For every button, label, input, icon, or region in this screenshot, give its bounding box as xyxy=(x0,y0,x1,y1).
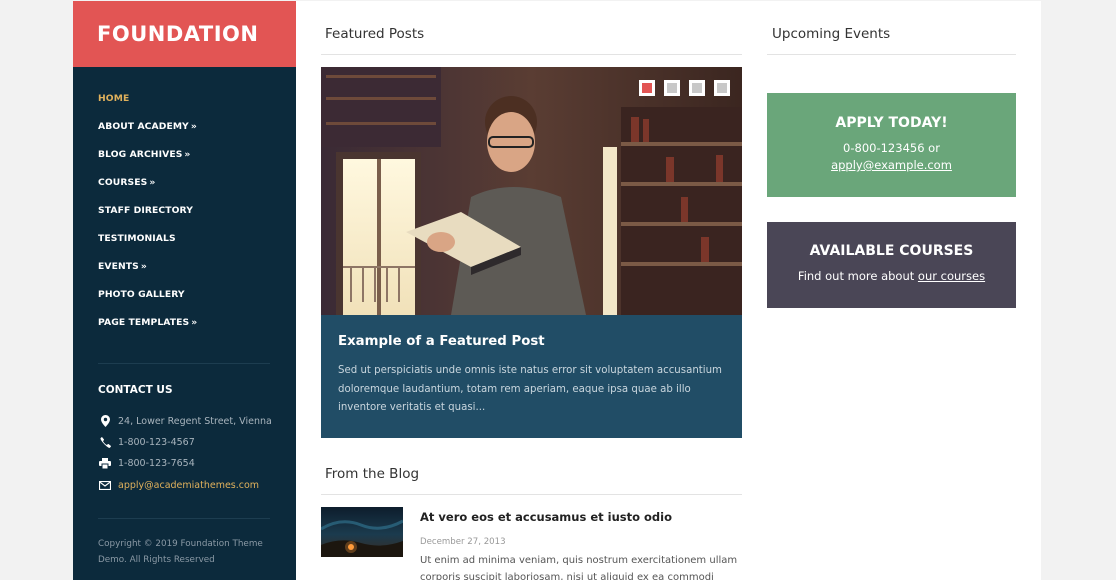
envelope-icon xyxy=(98,479,112,491)
nav-item-label[interactable]: PAGE TEMPLATES xyxy=(98,317,189,328)
available-courses-widget: AVAILABLE COURSES Find out more about ou… xyxy=(767,222,1016,308)
nav-item-label[interactable]: ABOUT ACADEMY xyxy=(98,121,189,132)
courses-text: Find out more about our courses xyxy=(767,269,1016,283)
apply-today-widget: APPLY TODAY! 0-800-123456 or apply@examp… xyxy=(767,93,1016,197)
submenu-arrow-icon: » xyxy=(140,261,147,272)
courses-text-label: Find out more about xyxy=(797,269,915,283)
sidebar-divider xyxy=(98,363,270,364)
nav-item-testimonials[interactable]: TESTIMONIALS xyxy=(98,233,296,261)
contact-address-text: 24, Lower Regent Street, Vienna xyxy=(118,415,272,427)
blog-post-excerpt: Ut enim ad minima veniam, quis nostrum e… xyxy=(420,552,742,580)
nav-item-label[interactable]: STAFF DIRECTORY xyxy=(98,205,193,216)
apply-heading: APPLY TODAY! xyxy=(835,115,948,131)
blog-section-title: From the Blog xyxy=(325,466,420,482)
map-marker-icon xyxy=(98,415,112,427)
nav-item-label[interactable]: BLOG ARCHIVES xyxy=(98,149,182,160)
contact-email-link[interactable]: apply@academiathemes.com xyxy=(118,480,259,491)
contact-fax-text: 1-800-123-7654 xyxy=(118,457,195,469)
featured-section-title: Featured Posts xyxy=(325,26,425,42)
submenu-arrow-icon: » xyxy=(191,317,198,328)
nav-item-label[interactable]: HOME xyxy=(98,93,129,104)
contact-phone: 1-800-123-4567 xyxy=(98,436,195,448)
nav-item-home[interactable]: HOME xyxy=(98,93,296,121)
nav-item-blog-archives[interactable]: BLOG ARCHIVES» xyxy=(98,149,296,177)
blog-post-date: December 27, 2013 xyxy=(420,537,506,547)
nav-item-events[interactable]: EVENTS» xyxy=(98,261,296,289)
blog-post-thumbnail[interactable] xyxy=(321,507,403,557)
submenu-arrow-icon: » xyxy=(184,149,191,160)
contact-address: 24, Lower Regent Street, Vienna xyxy=(98,415,272,427)
slider-dot[interactable] xyxy=(689,80,705,96)
slider-dot[interactable] xyxy=(664,80,680,96)
contact-email: apply@academiathemes.com xyxy=(98,479,259,491)
slider-dot[interactable] xyxy=(639,80,655,96)
submenu-arrow-icon: » xyxy=(190,121,197,132)
site-logo-text[interactable]: FOUNDATION xyxy=(97,22,258,46)
courses-link[interactable]: our courses xyxy=(918,269,985,283)
events-section-title: Upcoming Events xyxy=(772,26,891,42)
submenu-arrow-icon: » xyxy=(149,177,156,188)
apply-email-link[interactable]: apply@example.com xyxy=(831,158,952,172)
featured-post-excerpt: Sed ut perspiciatis unde omnis iste natu… xyxy=(338,365,722,413)
copyright-text: Copyright © 2019 Foundation Theme Demo. … xyxy=(98,539,263,565)
blog-post-excerpt-line: Ut enim ad minima veniam, quis nostrum e… xyxy=(420,555,738,566)
sidebar-divider xyxy=(98,518,270,519)
page: FOUNDATION HOME ABOUT ACADEMY» BLOG ARCH… xyxy=(73,1,1041,580)
contact-fax: 1-800-123-7654 xyxy=(98,457,195,469)
courses-heading: AVAILABLE COURSES xyxy=(809,243,974,259)
nav-item-page-templates[interactable]: PAGE TEMPLATES» xyxy=(98,317,296,345)
fax-icon xyxy=(98,457,112,469)
featured-post-title[interactable]: Example of a Featured Post xyxy=(338,334,725,349)
slider-pagination xyxy=(639,80,730,96)
nav-item-label[interactable]: EVENTS xyxy=(98,261,139,272)
main-nav: HOME ABOUT ACADEMY» BLOG ARCHIVES» COURS… xyxy=(73,67,296,345)
contact-title: CONTACT US xyxy=(98,384,173,396)
apply-phone: 0-800-123456 or xyxy=(843,141,940,155)
nav-item-about-academy[interactable]: ABOUT ACADEMY» xyxy=(98,121,296,149)
section-divider xyxy=(321,494,742,495)
section-divider xyxy=(321,54,742,55)
section-divider xyxy=(767,54,1016,55)
featured-post-caption: Example of a Featured Post Sed ut perspi… xyxy=(321,315,742,438)
slider-dot[interactable] xyxy=(714,80,730,96)
blog-post-title[interactable]: At vero eos et accusamus et iusto odio xyxy=(420,510,672,524)
contact-phone-text: 1-800-123-4567 xyxy=(118,436,195,448)
nav-item-staff-directory[interactable]: STAFF DIRECTORY xyxy=(98,205,296,233)
nav-item-label[interactable]: PHOTO GALLERY xyxy=(98,289,185,300)
featured-post-image[interactable] xyxy=(321,67,742,315)
nav-item-label[interactable]: COURSES xyxy=(98,177,147,188)
blog-post-excerpt-line: corporis suscipit laboriosam, nisi ut al… xyxy=(420,572,714,580)
nav-item-label[interactable]: TESTIMONIALS xyxy=(98,233,176,244)
nav-item-photo-gallery[interactable]: PHOTO GALLERY xyxy=(98,289,296,317)
phone-icon xyxy=(98,436,112,448)
site-logo[interactable]: FOUNDATION xyxy=(73,1,296,67)
sidebar: FOUNDATION HOME ABOUT ACADEMY» BLOG ARCH… xyxy=(73,1,296,580)
nav-item-courses[interactable]: COURSES» xyxy=(98,177,296,205)
